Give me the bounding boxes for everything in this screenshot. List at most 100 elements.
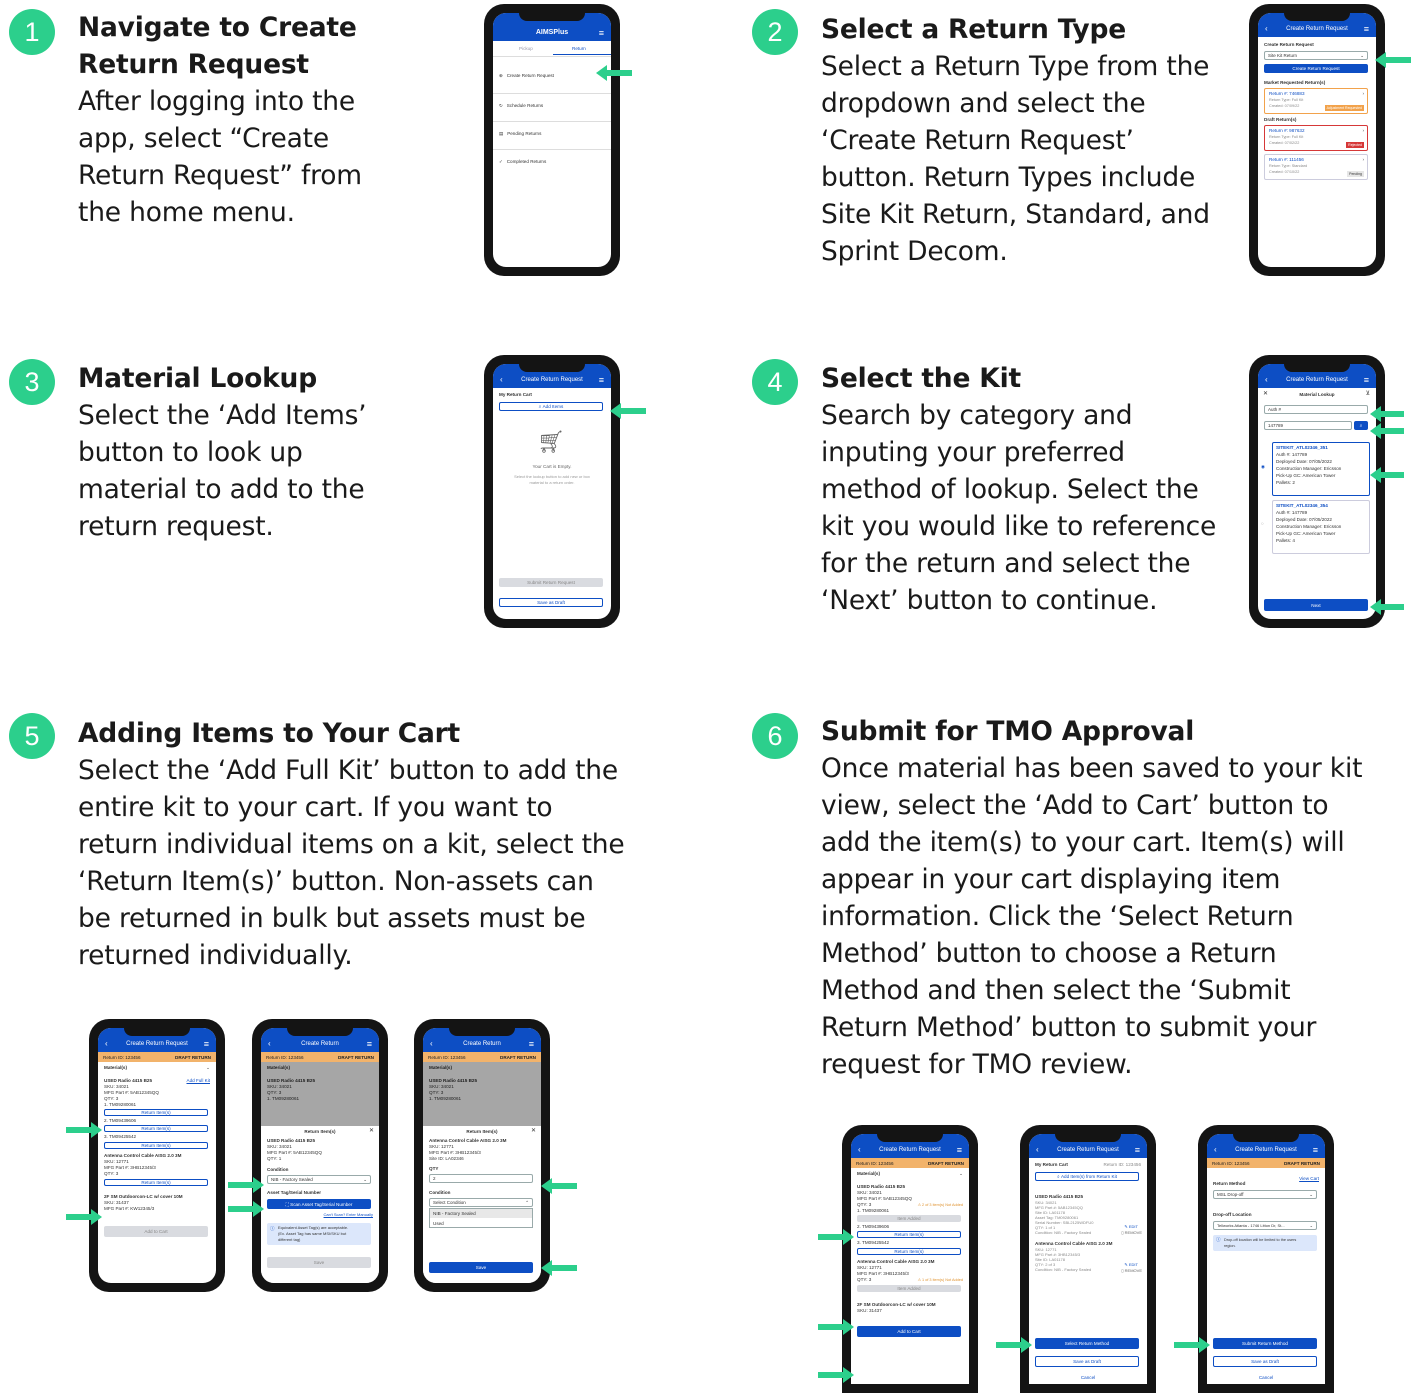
option-used[interactable]: Used (433, 1219, 444, 1228)
cancel-link[interactable]: Cancel (1029, 1375, 1147, 1381)
enter-manually-link[interactable]: Can't Scan? Enter Manually (324, 1212, 373, 1218)
add-to-cart-button[interactable]: Add to Cart (857, 1326, 961, 1337)
menu-completed-returns[interactable]: ✓ Completed Returns (499, 159, 546, 165)
back-icon[interactable]: ‹ (858, 1145, 861, 1154)
tab-pickup[interactable]: Pickup (519, 46, 533, 52)
return-card[interactable]: Return #: 746883 Return Type: Full Kit C… (1264, 88, 1368, 114)
return-card[interactable]: Return #: 987632 Return Type: Full Kit C… (1264, 125, 1368, 151)
add-to-cart-button[interactable]: Add to Cart (104, 1226, 208, 1237)
chevron-down-icon[interactable]: ⌄ (206, 1065, 210, 1071)
return-items-button[interactable]: Return Item(s) (104, 1109, 208, 1116)
return-items-button[interactable]: Return Item(s) (857, 1231, 961, 1238)
menu-icon[interactable]: ≡ (599, 375, 604, 385)
back-icon[interactable]: ‹ (268, 1039, 271, 1048)
view-cart-link[interactable]: View Cart (1299, 1176, 1319, 1182)
return-card[interactable]: Return #: 111456 Return Type: Standard C… (1264, 154, 1368, 180)
search-icon: ⌕ (538, 404, 542, 409)
add-from-kit-button[interactable]: ⌕ Add Item(s) from Return Kit (1035, 1172, 1139, 1181)
menu-icon[interactable]: ≡ (1364, 375, 1369, 385)
tab-return[interactable]: Return (572, 46, 586, 52)
item-added-button: Item Added (857, 1285, 961, 1292)
lookup-input[interactable]: 147789 (1264, 421, 1352, 430)
menu-icon[interactable]: ≡ (1135, 1145, 1140, 1155)
search-button[interactable]: ⌕ (1354, 421, 1368, 430)
return-items-button[interactable]: Return Item(s) (104, 1142, 208, 1149)
kit-card[interactable]: SITEKIT_ATL02346_354 Auth #: 147789 Depl… (1272, 500, 1370, 554)
close-icon[interactable]: ✕ (531, 1128, 536, 1134)
back-icon[interactable]: ‹ (500, 375, 503, 384)
save-draft-button[interactable]: Save as Draft (1035, 1356, 1139, 1367)
info-box: ⓘ Drop-off location will be limited to t… (1213, 1235, 1317, 1251)
arrow-indicator (541, 1178, 577, 1194)
arrow-indicator (541, 1260, 577, 1276)
back-icon[interactable]: ‹ (1265, 24, 1268, 33)
back-icon[interactable]: ‹ (1265, 375, 1268, 384)
radio-icon[interactable]: ○ (1261, 521, 1264, 527)
menu-icon[interactable]: ≡ (1364, 24, 1369, 34)
step-2-number: 2 (752, 9, 798, 55)
save-draft-button[interactable]: Save as Draft (1213, 1356, 1317, 1367)
condition-select[interactable]: Select Condition ⌃ (429, 1198, 533, 1207)
menu-create-return[interactable]: ⊕ Create Return Request (499, 73, 554, 79)
menu-icon[interactable]: ≡ (599, 28, 604, 38)
item-added-button: Item Added (857, 1215, 961, 1222)
qty-input[interactable]: 2 (429, 1174, 533, 1183)
back-icon[interactable]: ‹ (1214, 1145, 1217, 1154)
modal-title: Return Item(s) (466, 1129, 498, 1134)
scan-tag-button[interactable]: ⛶ Scan Asset Tag/Serial Number (267, 1199, 371, 1209)
chevron-down-icon[interactable]: ⌄ (959, 1171, 963, 1177)
step-5-body: Select the ‘Add Full Kit’ button to add … (78, 755, 625, 971)
option-nib[interactable]: NIB - Factory Sealed (430, 1209, 532, 1218)
info-icon: ⓘ (270, 1226, 275, 1231)
status-badge: Pending (1347, 171, 1364, 177)
chevron-right-icon: › (1362, 157, 1364, 162)
submit-return-button[interactable]: Submit Return Request (499, 578, 603, 587)
back-icon[interactable]: ‹ (430, 1039, 433, 1048)
cancel-link[interactable]: Cancel (1207, 1375, 1325, 1381)
step-1-title: Navigate to Create Return Request (78, 12, 357, 80)
submit-return-method-button[interactable]: Submit Return Method (1213, 1338, 1317, 1349)
return-method-select[interactable]: MSL Drop-off ⌄ (1213, 1190, 1317, 1199)
warning-text: ⚠ 2 of 3 item(s) Not Added (917, 1203, 963, 1207)
create-return-button[interactable]: Create Return Request (1264, 64, 1368, 73)
save-draft-button[interactable]: Save as Draft (499, 598, 603, 607)
close-icon[interactable]: ✕ (369, 1128, 374, 1134)
trash-icon: ▯ (1121, 1268, 1124, 1273)
add-full-kit-link[interactable]: Add Full Kit (187, 1078, 211, 1084)
return-items-button[interactable]: Return Item(s) (857, 1248, 961, 1255)
arrow-indicator (228, 1201, 264, 1217)
kit-card[interactable]: SITEKIT_ATL02346_351 Auth #: 147789 Depl… (1272, 442, 1370, 496)
modal-title: Return Item(s) (304, 1129, 336, 1134)
menu-pending-returns[interactable]: ▤ Pending Returns (499, 131, 541, 137)
phone-step-5b: ‹ Create Return ≡ Return ID: 123456 DRAFT R… (252, 1019, 388, 1292)
menu-schedule-returns[interactable]: ↻ Schedule Returns (499, 103, 543, 109)
return-type-select[interactable]: Site Kit Return ⌄ (1264, 51, 1368, 60)
back-icon[interactable]: ‹ (105, 1039, 108, 1048)
menu-icon[interactable]: ≡ (957, 1145, 962, 1155)
dropoff-location-select[interactable]: Tellworks Atlanta - 1746 Litton Dr, St..… (1213, 1221, 1317, 1230)
cart-icon[interactable]: ⊻ (1366, 391, 1370, 397)
phone-step-3: ‹ Create Return Request ≡ My Return Cart ⌕… (484, 355, 620, 628)
save-button[interactable]: Save (267, 1257, 371, 1268)
step-2-text: Select a Return Type Select a Return Typ… (821, 11, 1221, 270)
menu-icon[interactable]: ≡ (529, 1039, 534, 1049)
radio-selected-icon[interactable]: ◉ (1261, 464, 1265, 470)
step-1-body: After logging into the app, select “Crea… (78, 86, 362, 228)
add-items-button[interactable]: ⌕ Add Items (499, 402, 603, 411)
category-select[interactable]: Auth # (1264, 405, 1368, 414)
next-button[interactable]: Next (1264, 599, 1368, 611)
menu-icon[interactable]: ≡ (1313, 1145, 1318, 1155)
menu-icon[interactable]: ≡ (367, 1039, 372, 1049)
save-button[interactable]: Save (429, 1262, 533, 1273)
menu-icon[interactable]: ≡ (204, 1039, 209, 1049)
back-icon[interactable]: ‹ (1036, 1145, 1039, 1154)
remove-button[interactable]: ▯ REMOVE (1121, 1268, 1142, 1274)
select-return-method-button[interactable]: Select Return Method (1035, 1338, 1139, 1349)
return-items-button[interactable]: Return Item(s) (104, 1179, 208, 1186)
remove-button[interactable]: ▯ REMOVE (1121, 1230, 1142, 1236)
refresh-icon: ↻ (499, 103, 503, 108)
condition-select[interactable]: NIB - Factory Sealed ⌄ (267, 1175, 371, 1184)
return-items-button[interactable]: Return Item(s) (104, 1125, 208, 1132)
create-label: Create Return Request (1264, 42, 1314, 47)
arrow-indicator (1375, 52, 1411, 68)
